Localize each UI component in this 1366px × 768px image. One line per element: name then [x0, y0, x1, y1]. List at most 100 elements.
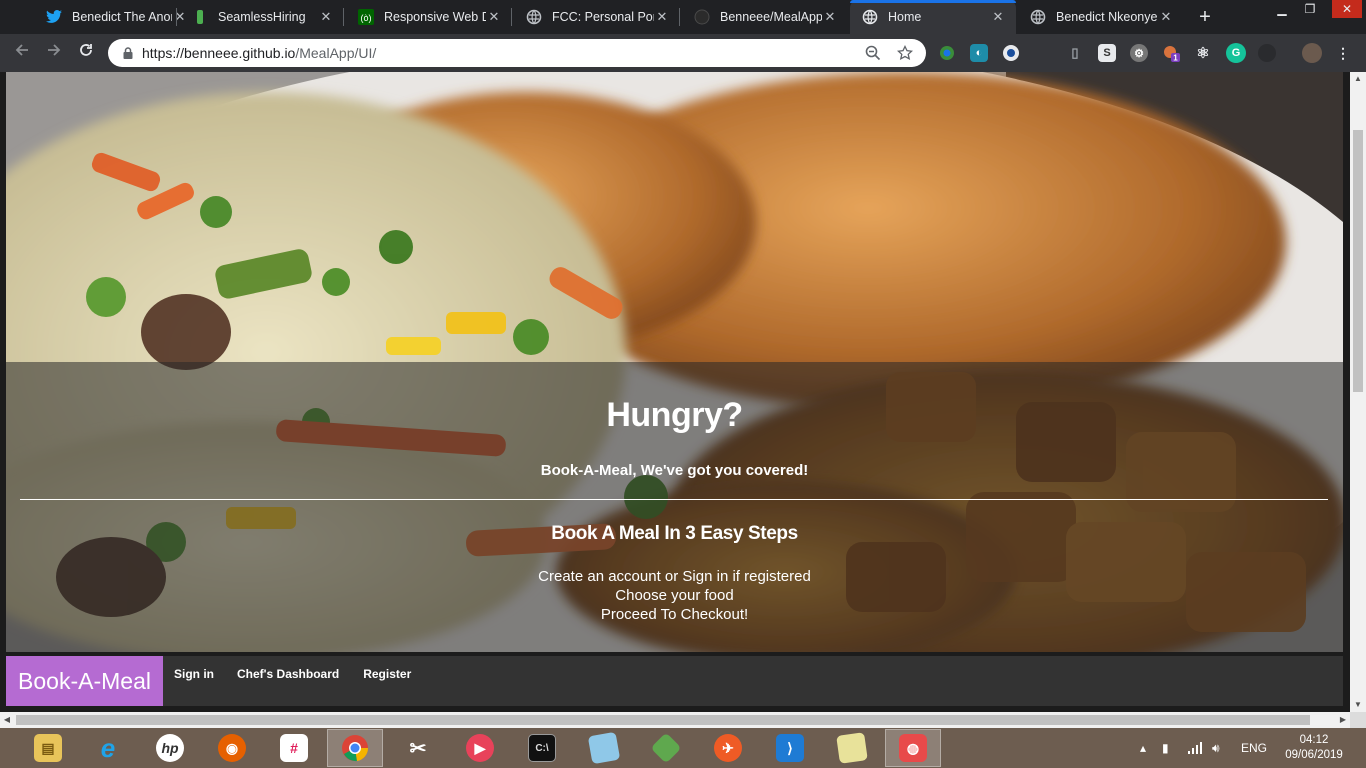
globe-icon	[862, 9, 878, 25]
vscode-icon[interactable]: ⟩	[762, 729, 818, 767]
reload-button[interactable]	[74, 41, 98, 65]
system-clock[interactable]: 04:12 09/06/2019	[1276, 733, 1352, 763]
extension-icon-7[interactable]: 1	[1162, 44, 1180, 62]
address-bar[interactable]: https://benneee.github.io/MealApp/UI/	[108, 39, 926, 67]
hp-icon[interactable]: hp	[142, 729, 198, 767]
tab-title: Benedict The Anom	[72, 10, 172, 24]
tab-title: Responsive Web De	[384, 10, 486, 24]
hero-title: Hungry?	[606, 396, 743, 434]
hero-section: Hungry? Book-A-Meal, We've got you cover…	[6, 72, 1343, 652]
tab-benedict[interactable]: Benedict Nkeonye ✕	[1018, 0, 1184, 34]
minimize-button[interactable]: ▁	[1268, 0, 1296, 18]
zoom-icon[interactable]	[862, 42, 884, 64]
menu-icon[interactable]: ⋮	[1334, 44, 1352, 62]
camera-icon[interactable]: ◍	[885, 729, 941, 767]
scroll-right-icon[interactable]: ▶	[1336, 712, 1350, 728]
scroll-up-icon[interactable]: ▲	[1350, 72, 1366, 86]
arrow-left-icon	[15, 44, 28, 56]
extension-icon-9[interactable]	[1258, 44, 1276, 62]
close-icon[interactable]: ✕	[1158, 9, 1174, 25]
firefox-icon[interactable]: ◉	[204, 729, 260, 767]
windows-taskbar: ▤ e hp ◉ # ✂ ▶ C:\ ✈ ⟩ ◍ ▴ ▮ 🔊︎ ENG 04:1…	[0, 728, 1366, 768]
tab-fcc-portfolio[interactable]: FCC: Personal Portf ✕	[514, 0, 680, 34]
grammarly-icon[interactable]: G	[1226, 43, 1246, 63]
page-viewport: Hungry? Book-A-Meal, We've got you cover…	[0, 72, 1350, 712]
avatar[interactable]	[1302, 43, 1322, 63]
slack-icon[interactable]: #	[266, 729, 322, 767]
clock-time: 04:12	[1299, 734, 1329, 746]
svg-text:(ò): (ò)	[361, 13, 372, 23]
github-icon	[694, 9, 710, 25]
extension-icon-6[interactable]: ⚙	[1130, 44, 1148, 62]
scroll-down-icon[interactable]: ▼	[1350, 698, 1366, 712]
restore-button[interactable]: ❐	[1296, 0, 1324, 18]
freecodecamp-icon: (ò)	[358, 9, 374, 25]
tab-twitter[interactable]: Benedict The Anom ✕	[34, 0, 198, 34]
browser-toolbar: https://benneee.github.io/MealApp/UI/ ◐ …	[0, 34, 1366, 72]
nav-link-chefs-dashboard[interactable]: Chef's Dashboard	[237, 656, 339, 706]
chrome-icon[interactable]	[327, 729, 383, 767]
volume-icon[interactable]: 🔊︎	[1212, 728, 1220, 768]
steps-list: Create an account or Sign in if register…	[6, 567, 1343, 624]
tab-github-mealapp[interactable]: Benneee/MealApp: ✕	[682, 0, 848, 34]
step-item: Choose your food	[615, 587, 734, 604]
globe-icon	[526, 9, 542, 25]
back-button[interactable]	[10, 41, 34, 65]
scroll-left-icon[interactable]: ◀	[0, 712, 14, 728]
new-tab-button[interactable]: +	[1193, 5, 1217, 29]
vertical-scrollbar[interactable]: ▲ ▼	[1350, 72, 1366, 712]
language-indicator[interactable]: ENG	[1241, 728, 1267, 768]
scrollbar-thumb[interactable]	[1353, 130, 1363, 392]
tab-seamlesshiring[interactable]: SeamlessHiring ✕	[180, 0, 344, 34]
paint-icon[interactable]: ✂	[390, 729, 446, 767]
tab-title: Benneee/MealApp:	[720, 10, 822, 24]
battery-icon[interactable]: ▮	[1162, 728, 1169, 768]
scrollbar-corner	[1350, 712, 1366, 728]
hero-divider	[20, 499, 1328, 500]
brand-logo[interactable]: Book-A-Meal	[6, 656, 163, 706]
extension-icon-4[interactable]: ▯	[1066, 44, 1084, 62]
tab-freecodecamp[interactable]: (ò) Responsive Web De ✕	[346, 0, 512, 34]
extension-icon-8[interactable]: ⚛	[1194, 44, 1212, 62]
tab-title: Home	[888, 10, 922, 24]
nav-link-sign-in[interactable]: Sign in	[174, 656, 214, 706]
lock-icon	[120, 47, 136, 59]
close-icon[interactable]: ✕	[990, 9, 1006, 25]
close-window-button[interactable]: ✕	[1332, 0, 1362, 18]
close-icon[interactable]: ✕	[822, 9, 838, 25]
close-icon[interactable]: ✕	[486, 9, 502, 25]
extension-icon-5[interactable]: S	[1098, 44, 1116, 62]
scrollbar-thumb[interactable]	[16, 715, 1310, 725]
bookmark-star-icon[interactable]	[894, 42, 916, 64]
close-icon[interactable]: ✕	[654, 9, 670, 25]
tab-home[interactable]: Home ✕	[850, 0, 1016, 34]
postman-icon[interactable]: ✈	[700, 729, 756, 767]
internet-explorer-icon[interactable]: e	[80, 729, 136, 767]
extension-icon-3[interactable]	[1002, 44, 1020, 62]
terminal-icon[interactable]: C:\	[514, 729, 570, 767]
steps-heading: Book A Meal In 3 Easy Steps	[551, 523, 798, 544]
file-explorer-icon[interactable]: ▤	[20, 729, 76, 767]
extension-icon-1[interactable]	[938, 44, 956, 62]
hero-tagline: Book-A-Meal, We've got you covered!	[540, 462, 809, 479]
twitter-icon	[46, 9, 62, 25]
svg-text:1: 1	[1173, 54, 1178, 63]
close-icon[interactable]: ✕	[318, 9, 334, 25]
network-icon[interactable]	[1188, 728, 1204, 768]
tab-strip: Benedict The Anom ✕ SeamlessHiring ✕ (ò)…	[0, 0, 1366, 34]
show-hidden-icons[interactable]: ▴	[1140, 728, 1146, 768]
horizontal-scrollbar[interactable]: ◀ ▶	[0, 712, 1350, 728]
tab-title: SeamlessHiring	[218, 10, 306, 24]
step-item: Proceed To Checkout!	[600, 606, 749, 623]
globe-icon	[1030, 9, 1046, 25]
git-icon[interactable]	[638, 729, 694, 767]
tab-title: Benedict Nkeonye	[1056, 10, 1158, 24]
extension-icon-2[interactable]: ◐	[970, 44, 988, 62]
nav-link-register[interactable]: Register	[363, 656, 411, 706]
site-navbar: Book-A-Meal Sign in Chef's Dashboard Reg…	[6, 656, 1343, 706]
media-player-icon[interactable]: ▶	[452, 729, 508, 767]
clock-date: 09/06/2019	[1285, 749, 1343, 761]
sticky-notes-icon[interactable]	[824, 729, 880, 767]
notepad-icon[interactable]	[576, 729, 632, 767]
forward-button[interactable]	[42, 41, 66, 65]
